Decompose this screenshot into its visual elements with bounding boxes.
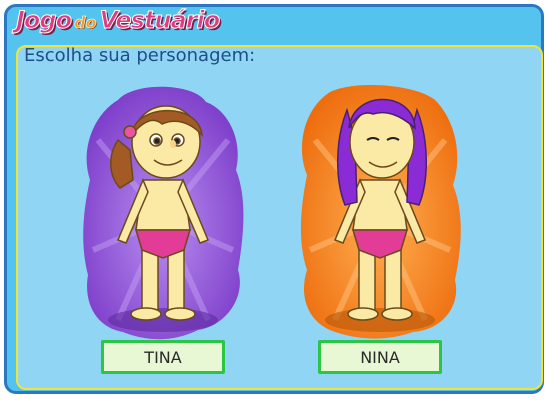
character-card-nina[interactable] (295, 80, 465, 345)
name-label-nina: NINA (321, 343, 439, 371)
name-button-tina[interactable]: TINA (101, 340, 225, 374)
character-card-tina[interactable] (78, 80, 248, 345)
title-word-jogo: Jogo (15, 6, 72, 35)
name-button-nina[interactable]: NINA (318, 340, 442, 374)
game-title: Jogo do Vestuário (15, 6, 221, 40)
name-label-tina: TINA (104, 343, 222, 371)
instruction-text: Escolha sua personagem: (24, 45, 256, 66)
tina-illustration (83, 86, 244, 340)
title-word-vestuario: Vestuário (99, 6, 221, 35)
title-word-do: do (74, 13, 97, 33)
nina-illustration (300, 85, 461, 339)
